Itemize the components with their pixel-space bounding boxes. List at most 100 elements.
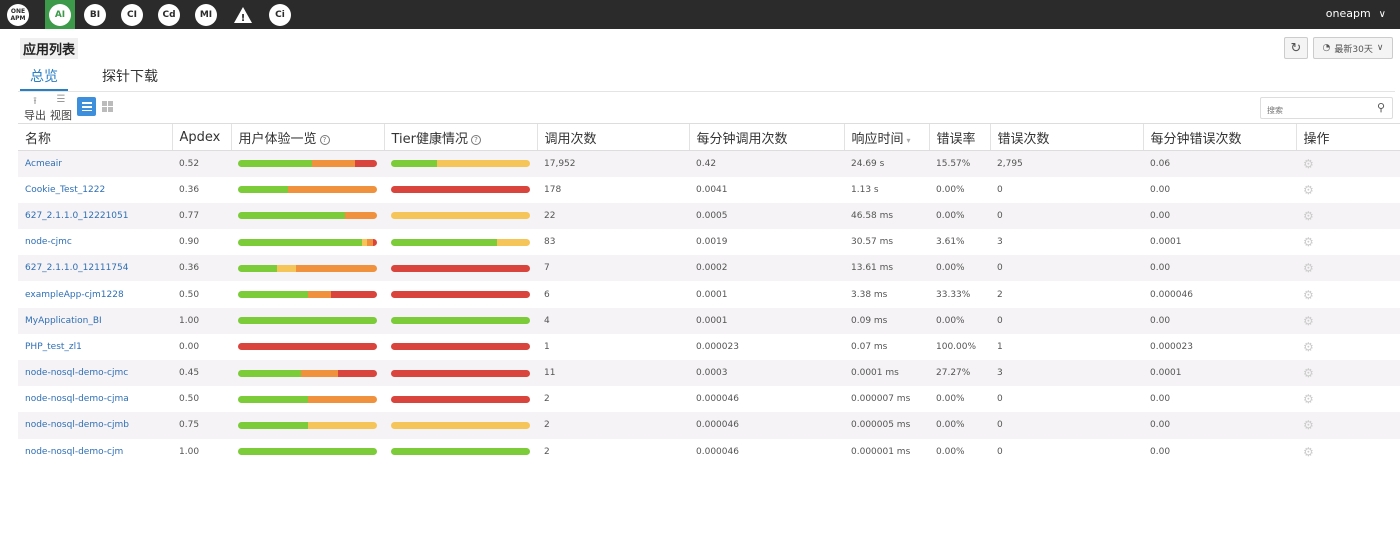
errors-value: 3 — [997, 237, 1003, 248]
errors-value: 0 — [997, 210, 1003, 221]
table-row[interactable]: exampleApp-cjm1228 0.50 6 0.0001 3.38 ms 33.3… — [18, 281, 1400, 308]
calls-per-minute-value: 0.0003 — [696, 368, 728, 379]
app-name-link[interactable]: node-nosql-demo-cjm — [18, 439, 172, 465]
oneapm-logo-icon[interactable]: ONE APM — [7, 4, 29, 26]
nav-ci2-icon[interactable]: Ci — [269, 4, 291, 26]
export-icon: ⭱ — [33, 96, 37, 107]
gear-icon[interactable]: ⚙ — [1303, 445, 1314, 459]
app-name-link[interactable]: node-nosql-demo-cjmb — [18, 412, 172, 438]
nav-cd-icon[interactable]: Cd — [158, 4, 180, 26]
page-title: 应用列表 — [20, 38, 79, 59]
alert-warning-icon[interactable]: ! — [232, 4, 254, 26]
stacked-health-bar — [391, 317, 530, 325]
app-name-link[interactable]: node-nosql-demo-cjmc — [18, 360, 172, 386]
gear-icon[interactable]: ⚙ — [1303, 314, 1314, 328]
gear-icon[interactable]: ⚙ — [1303, 288, 1314, 302]
col-header-calls-per-minute[interactable]: 每分钟调用次数 — [688, 123, 844, 151]
actions-cell: ⚙ — [1296, 386, 1400, 412]
col-header-errors-per-minute[interactable]: 每分钟错误次数 — [1142, 123, 1296, 151]
help-icon[interactable]: ? — [471, 134, 481, 145]
bar-segment-red — [391, 395, 530, 403]
table-row[interactable]: 627_2.1.1.0_12221051 0.77 22 0.0005 46.58 ms… — [18, 202, 1400, 230]
app-name-link[interactable]: exampleApp-cjm1228 — [18, 281, 172, 307]
help-icon[interactable]: ? — [319, 134, 330, 145]
gear-icon[interactable]: ⚙ — [1303, 209, 1314, 223]
table-row[interactable]: node-nosql-demo-cjmb 0.75 2 0.000046 0.00000… — [18, 412, 1400, 439]
gear-icon[interactable]: ⚙ — [1303, 340, 1314, 354]
errors-value: 0 — [997, 394, 1003, 405]
search-icon[interactable]: ⚲ — [1377, 101, 1385, 114]
table-row[interactable]: node-cjmc 0.90 83 0.0019 30.57 ms 3.61% 3 0.000… — [18, 229, 1400, 256]
export-button[interactable]: ⭱ 导出 — [23, 94, 47, 123]
calls-value: 2 — [544, 420, 550, 431]
app-name-link[interactable]: PHP_test_zl1 — [18, 334, 172, 360]
col-header-apdex[interactable]: Apdex — [171, 123, 231, 151]
nav-mi-icon[interactable]: MI — [195, 4, 217, 26]
app-name-link[interactable]: Cookie_Test_1222 — [18, 177, 172, 203]
nav-bi-icon[interactable]: BI — [84, 4, 106, 26]
tier-health-bar — [384, 439, 537, 465]
col-header-response-time[interactable]: 响应时间 ▾ — [843, 123, 929, 151]
gear-icon[interactable]: ⚙ — [1303, 157, 1314, 171]
tab-overview[interactable]: 总览 — [20, 64, 68, 91]
col-header-name[interactable]: 名称 — [18, 123, 172, 151]
calls-per-minute-value: 0.0001 — [696, 315, 728, 326]
grid-view-button[interactable] — [98, 97, 117, 116]
gear-icon[interactable]: ⚙ — [1303, 392, 1314, 406]
app-name-link[interactable]: 627_2.1.1.0_12221051 — [18, 203, 172, 229]
bar-segment-green — [391, 317, 530, 325]
view-button[interactable]: ☰ 视图 — [49, 94, 73, 123]
col-header-user-experience[interactable]: 用户体验一览? — [230, 123, 384, 151]
actions-cell: ⚙ — [1296, 177, 1400, 203]
gear-icon[interactable]: ⚙ — [1303, 261, 1314, 275]
app-name-link[interactable]: Acmeair — [18, 151, 172, 177]
gear-icon[interactable]: ⚙ — [1303, 418, 1314, 432]
app-name-link[interactable]: node-cjmc — [18, 229, 172, 255]
col-label: 错误率 — [936, 131, 976, 147]
error-rate-value: 0.00% — [936, 263, 965, 274]
errors-per-minute-value: 0.00 — [1150, 210, 1171, 221]
table-header-row: 名称 Apdex 用户体验一览? Tier健康情况? 调用次数 每分钟调用次数 … — [18, 123, 1400, 151]
table-row[interactable]: Cookie_Test_1222 0.36 178 0.0041 1.13 s 0.00%… — [18, 176, 1400, 203]
col-label: Apdex — [179, 129, 221, 145]
app-name-link[interactable]: 627_2.1.1.0_12111754 — [18, 255, 172, 281]
list-view-button[interactable] — [77, 97, 96, 116]
col-header-errors[interactable]: 错误次数 — [989, 123, 1143, 151]
nav-ai-label: AI — [49, 3, 71, 26]
table-row[interactable]: MyApplication_BI 1.00 4 0.0001 0.09 ms 0.00% 0… — [18, 307, 1400, 334]
table-row[interactable]: 627_2.1.1.0_12111754 0.36 7 0.0002 13.61 ms 0… — [18, 255, 1400, 282]
user-experience-bar — [231, 412, 384, 438]
bar-segment-green — [238, 448, 377, 456]
refresh-button[interactable]: ↻ — [1284, 37, 1308, 59]
table-row[interactable]: Acmeair 0.52 17,952 0.42 24.69 s 15.57% 2,795 0… — [18, 150, 1400, 177]
bar-segment-orange — [296, 264, 377, 272]
nav-ci-icon[interactable]: CI — [121, 4, 143, 26]
col-header-tier-health[interactable]: Tier健康情况? — [383, 123, 537, 151]
tab-probe-download[interactable]: 探针下载 — [92, 64, 168, 91]
search-input[interactable] — [1261, 100, 1361, 121]
table-row[interactable]: PHP_test_zl1 0.00 1 0.000023 0.07 ms 100.00% 1… — [18, 333, 1400, 360]
nav-ai-icon[interactable]: AI — [45, 0, 75, 29]
app-name-link[interactable]: MyApplication_BI — [18, 308, 172, 334]
time-range-dropdown[interactable]: ◔ 最新30天 ∨ — [1313, 37, 1393, 59]
user-menu[interactable]: oneapm ∨ — [1326, 7, 1386, 20]
gear-icon[interactable]: ⚙ — [1303, 235, 1314, 249]
bar-segment-red — [238, 343, 377, 351]
actions-cell: ⚙ — [1296, 203, 1400, 229]
table-row[interactable]: node-nosql-demo-cjm 1.00 2 0.000046 0.000001… — [18, 438, 1400, 465]
stacked-health-bar — [391, 291, 530, 299]
gear-icon[interactable]: ⚙ — [1303, 366, 1314, 380]
col-header-error-rate[interactable]: 错误率 — [928, 123, 990, 151]
table-row[interactable]: node-nosql-demo-cjmc 0.45 11 0.0003 0.0001 m… — [18, 360, 1400, 387]
bar-segment-green — [238, 291, 308, 299]
bar-segment-green — [391, 448, 530, 456]
table-row[interactable]: node-nosql-demo-cjma 0.50 2 0.000046 0.00000… — [18, 386, 1400, 413]
gear-icon[interactable]: ⚙ — [1303, 183, 1314, 197]
col-header-calls[interactable]: 调用次数 — [536, 123, 689, 151]
sort-desc-icon[interactable]: ▾ — [907, 136, 911, 145]
app-name-link[interactable]: node-nosql-demo-cjma — [18, 386, 172, 412]
bar-segment-green — [238, 395, 308, 403]
bar-segment-red — [391, 369, 530, 377]
error-rate-value: 3.61% — [936, 237, 965, 248]
response-time-value: 0.000005 ms — [851, 420, 911, 431]
